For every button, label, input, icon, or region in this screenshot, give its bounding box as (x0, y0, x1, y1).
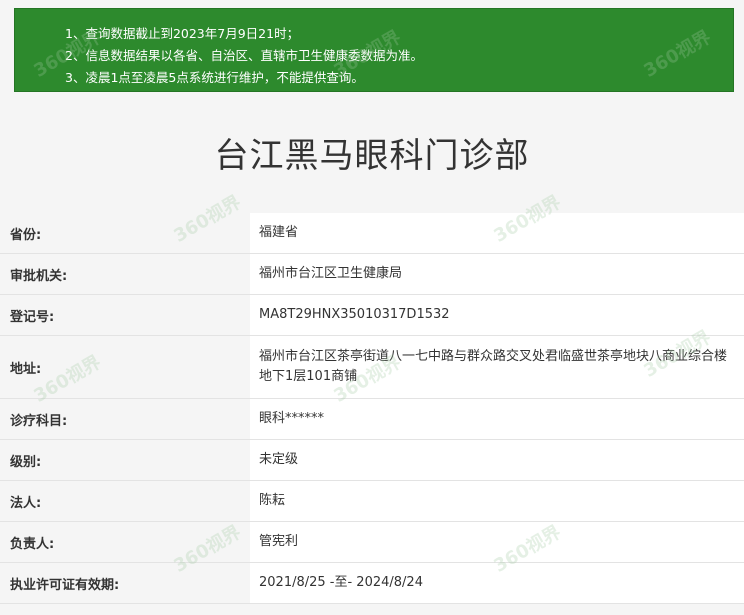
row-label: 地址: (10, 361, 42, 377)
row-value: 未定级 (250, 440, 744, 480)
row-value: 2021/8/25 -至- 2024/8/24 (250, 563, 744, 603)
info-table: 省份: 福建省 审批机关: 福州市台江区卫生健康局 登记号: MA8T29HNX… (0, 213, 744, 604)
row-value: 福建省 (250, 213, 744, 253)
notice-banner: 1、查询数据截止到2023年7月9日21时； 2、信息数据结果以各省、自治区、直… (14, 8, 734, 92)
notice-line: 2、信息数据结果以各省、自治区、直辖市卫生健康委数据为准。 (65, 48, 423, 63)
notice-line: 1、查询数据截止到2023年7月9日21时； (65, 26, 300, 41)
row-label: 省份: (10, 227, 42, 243)
row-value: 福州市台江区茶亭街道八一七中路与群众路交叉处君临盛世茶亭地块八商业综合楼地下1层… (250, 336, 744, 398)
row-value: 陈耘 (250, 481, 744, 521)
row-value: 眼科****** (250, 399, 744, 439)
table-row: 负责人: 管宪利 (0, 522, 744, 563)
table-row: 级别: 未定级 (0, 440, 744, 481)
table-row: 诊疗科目: 眼科****** (0, 399, 744, 440)
table-row: 执业许可证有效期: 2021/8/25 -至- 2024/8/24 (0, 563, 744, 604)
row-label: 级别: (10, 454, 42, 470)
row-label: 执业许可证有效期: (10, 577, 120, 593)
table-row: 审批机关: 福州市台江区卫生健康局 (0, 254, 744, 295)
page-title: 台江黑马眼科门诊部 (214, 136, 530, 176)
row-value: 福州市台江区卫生健康局 (250, 254, 744, 294)
row-value: MA8T29HNX35010317D1532 (250, 295, 744, 335)
row-label: 诊疗科目: (10, 413, 68, 429)
table-row: 省份: 福建省 (0, 213, 744, 254)
row-label: 法人: (10, 495, 42, 511)
row-label: 审批机关: (10, 268, 68, 284)
table-row: 地址: 福州市台江区茶亭街道八一七中路与群众路交叉处君临盛世茶亭地块八商业综合楼… (0, 336, 744, 399)
row-label: 登记号: (10, 309, 55, 325)
table-row: 登记号: MA8T29HNX35010317D1532 (0, 295, 744, 336)
table-row: 法人: 陈耘 (0, 481, 744, 522)
row-value: 管宪利 (250, 522, 744, 562)
row-label: 负责人: (10, 536, 55, 552)
notice-line: 3、凌晨1点至凌晨5点系统进行维护，不能提供查询。 (65, 70, 364, 85)
